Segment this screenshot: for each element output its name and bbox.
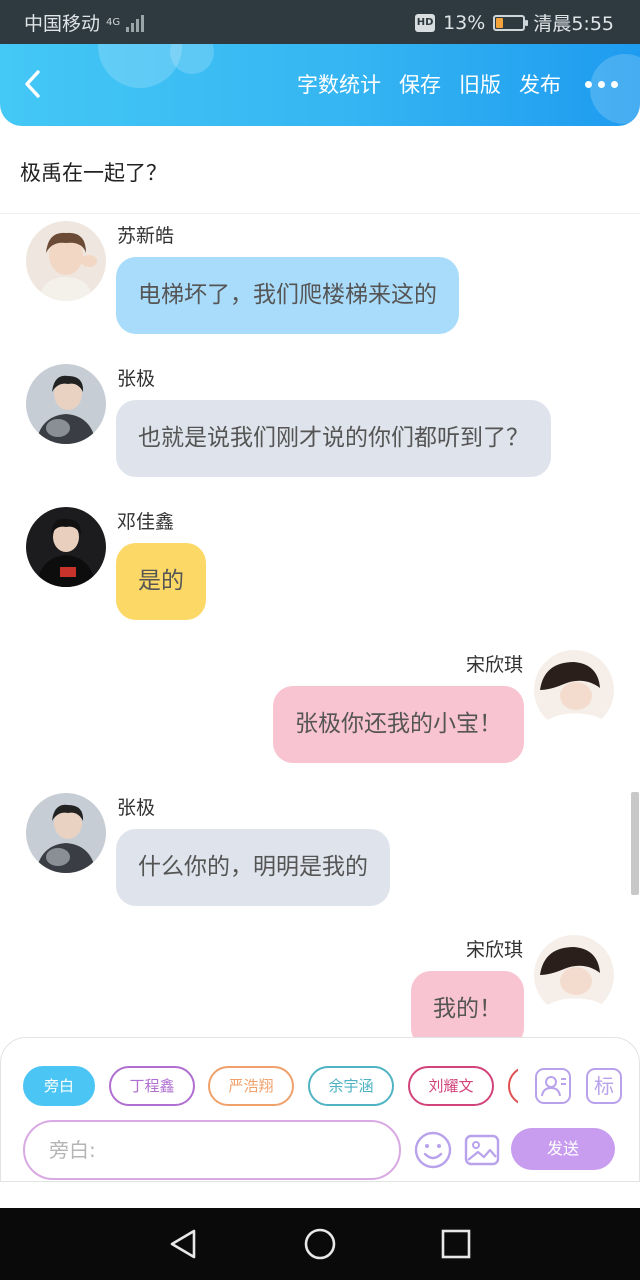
status-right: HD 13% 清晨5:55 [415, 9, 614, 36]
character-card-glyph [541, 1076, 566, 1097]
battery-icon [493, 14, 529, 31]
sender-name: 宋欣琪 [465, 654, 523, 676]
avatar[interactable] [26, 793, 106, 873]
role-chip[interactable]: 丁程鑫 [109, 1066, 195, 1106]
chevron-left-icon [25, 70, 40, 98]
role-chip[interactable]: 余宇涵 [308, 1066, 394, 1106]
avatar[interactable] [534, 650, 614, 730]
system-nav-bar [0, 1208, 640, 1280]
message-bubble[interactable]: 是的 [116, 543, 206, 620]
image-icon[interactable] [462, 1130, 502, 1170]
avatar-image [534, 935, 614, 1015]
role-chip[interactable]: 刘耀文 [408, 1066, 494, 1106]
message-input[interactable] [49, 1138, 375, 1162]
sender-name: 张极 [117, 797, 156, 819]
avatar-image [26, 793, 106, 873]
role-chip-narrator[interactable]: 旁白 [23, 1066, 95, 1106]
recents-square-icon[interactable] [436, 1224, 476, 1264]
avatar[interactable] [534, 935, 614, 1015]
back-button[interactable] [16, 66, 52, 102]
clock: 清晨5:55 [533, 13, 614, 35]
role-chip-partial[interactable] [508, 1066, 518, 1106]
chat-area[interactable]: 苏新皓 电梯坏了，我们爬楼梯来这的 张极 也就是说我们刚才说的你们都听到了？ 邓… [0, 215, 640, 1037]
carrier-name: 中国移动 [24, 13, 101, 35]
status-bar: 中国移动 4G HD 13% 清晨5:55 [0, 0, 640, 44]
message-input-wrapper [23, 1120, 401, 1180]
sender-name: 宋欣琪 [465, 939, 523, 961]
message-bubble[interactable]: 电梯坏了，我们爬楼梯来这的 [116, 257, 459, 334]
network-type: 4G [106, 16, 121, 28]
status-left: 中国移动 4G [24, 9, 145, 36]
avatar[interactable] [26, 507, 106, 587]
tag-button[interactable]: 标 [586, 1068, 622, 1104]
input-panel: 旁白 丁程鑫 严浩翔 余宇涵 刘耀文 标 发送 [0, 1037, 640, 1182]
sender-name: 张极 [117, 368, 156, 390]
save-button[interactable]: 保存 [399, 69, 441, 99]
story-title[interactable]: 极禹在一起了？ [20, 157, 167, 187]
sender-name: 苏新皓 [117, 225, 175, 247]
image-glyph [464, 1134, 500, 1166]
avatar-image [534, 650, 614, 730]
message-bubble[interactable]: 什么你的，明明是我的 [116, 829, 390, 906]
sender-name: 邓佳鑫 [117, 511, 175, 533]
emoji-icon[interactable] [413, 1130, 453, 1170]
publish-button[interactable]: 发布 [519, 69, 561, 99]
message-bubble[interactable]: 我的！ [411, 971, 524, 1037]
header-decoration [170, 44, 214, 74]
header-actions: 字数统计 保存 旧版 发布 [279, 69, 618, 99]
avatar[interactable] [26, 364, 106, 444]
back-triangle-icon[interactable] [164, 1224, 204, 1264]
word-count-button[interactable]: 字数统计 [297, 69, 381, 99]
battery-percent: 13% [443, 11, 486, 34]
emoji-glyph [414, 1131, 452, 1169]
title-row: 极禹在一起了？ [0, 126, 640, 214]
signal-icon [126, 14, 145, 32]
send-button[interactable]: 发送 [511, 1128, 615, 1170]
avatar-image [26, 507, 106, 587]
home-circle-glyph [304, 1228, 336, 1260]
back-triangle-glyph [170, 1229, 196, 1259]
role-chip[interactable]: 严浩翔 [208, 1066, 294, 1106]
character-card-icon[interactable] [535, 1068, 571, 1104]
message-bubble[interactable]: 张极你还我的小宝！ [273, 686, 524, 763]
avatar[interactable] [26, 221, 106, 301]
old-version-button[interactable]: 旧版 [459, 69, 501, 99]
avatar-image [26, 221, 106, 301]
battery-level-fill [496, 17, 504, 28]
hd-icon: HD [415, 13, 436, 32]
home-circle-icon[interactable] [300, 1224, 340, 1264]
more-dots-icon[interactable] [585, 80, 618, 88]
message-bubble[interactable]: 也就是说我们刚才说的你们都听到了？ [116, 400, 551, 477]
scrollbar-thumb[interactable] [631, 792, 639, 895]
app-header: 字数统计 保存 旧版 发布 [0, 44, 640, 126]
recents-square-glyph [441, 1229, 471, 1259]
avatar-image [26, 364, 106, 444]
